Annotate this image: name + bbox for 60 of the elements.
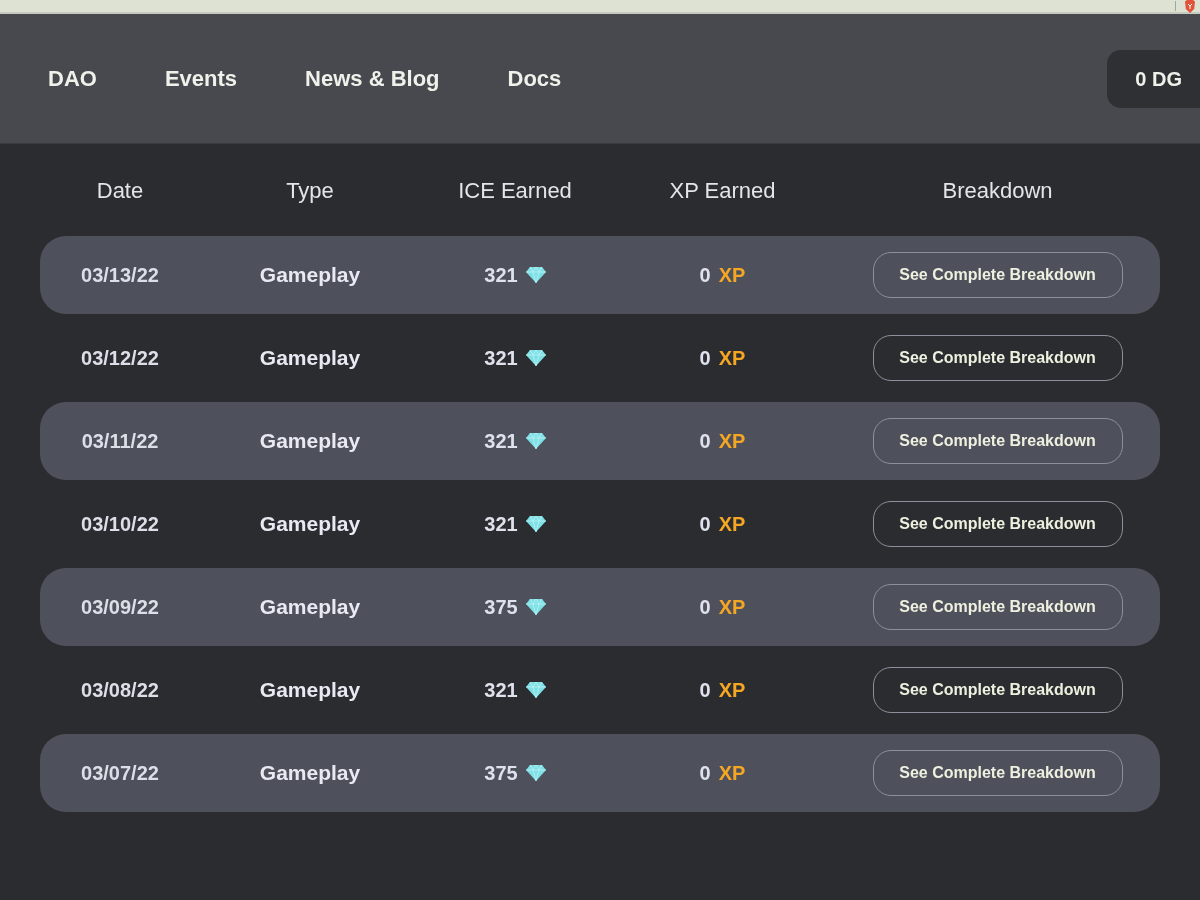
breakdown-button[interactable]: See Complete Breakdown <box>872 667 1123 713</box>
column-header: XP Earned <box>668 176 777 205</box>
diamond-icon <box>525 599 546 615</box>
xp-amount: 0 <box>699 429 711 454</box>
xp-amount: 0 <box>699 512 711 537</box>
type-cell-text: Gameplay <box>258 511 362 538</box>
column-header: Type <box>285 176 335 205</box>
type-cell-text: Gameplay <box>258 760 362 787</box>
xp-amount: 0 <box>699 263 711 288</box>
shield-icon[interactable] <box>1184 0 1196 13</box>
xp-amount: 0 <box>699 761 711 786</box>
type-cell-text: Gameplay <box>258 677 362 704</box>
type-cell-text: Gameplay <box>258 428 362 455</box>
xp-unit: XP <box>718 346 746 371</box>
xp-unit: XP <box>718 678 746 703</box>
date-cell-text: 03/07/22 <box>80 761 160 786</box>
ice-amount: 375 <box>484 761 518 786</box>
ice-amount: 321 <box>484 346 518 371</box>
date-cell-text: 03/10/22 <box>80 512 160 537</box>
breakdown-button[interactable]: See Complete Breakdown <box>872 750 1123 796</box>
xp-amount: 0 <box>699 678 711 703</box>
diamond-icon <box>525 267 546 283</box>
column-header: Breakdown <box>941 176 1054 205</box>
breakdown-button[interactable]: See Complete Breakdown <box>872 335 1123 381</box>
ice-amount: 321 <box>484 263 518 288</box>
xp-unit: XP <box>718 761 746 786</box>
xp-amount: 0 <box>699 346 711 371</box>
diamond-icon <box>525 765 546 781</box>
balance-button[interactable]: 0 DG <box>1107 49 1200 108</box>
breakdown-button[interactable]: See Complete Breakdown <box>872 418 1123 464</box>
ice-amount: 321 <box>484 512 518 537</box>
breakdown-button[interactable]: See Complete Breakdown <box>872 252 1123 298</box>
type-cell-text: Gameplay <box>258 594 362 621</box>
nav-link[interactable]: Events <box>164 62 238 95</box>
date-cell-text: 03/09/22 <box>80 595 160 620</box>
nav-link[interactable]: News & Blog <box>305 62 440 95</box>
diamond-icon <box>525 350 546 366</box>
xp-unit: XP <box>718 595 746 620</box>
nav-link[interactable]: DAO <box>48 62 97 95</box>
date-cell-text: 03/11/22 <box>80 429 160 454</box>
date-cell-text: 03/08/22 <box>80 678 160 703</box>
breakdown-button[interactable]: See Complete Breakdown <box>872 501 1123 547</box>
diamond-icon <box>525 433 546 449</box>
diamond-icon <box>525 516 546 532</box>
xp-amount: 0 <box>699 595 711 620</box>
column-header: ICE Earned <box>457 176 573 205</box>
type-cell-text: Gameplay <box>258 262 362 289</box>
xp-unit: XP <box>718 263 746 288</box>
type-cell-text: Gameplay <box>258 345 362 372</box>
ice-amount: 321 <box>484 678 518 703</box>
date-cell-text: 03/12/22 <box>80 346 160 371</box>
xp-unit: XP <box>718 512 746 537</box>
xp-unit: XP <box>718 429 746 454</box>
ice-amount: 321 <box>484 429 518 454</box>
diamond-icon <box>525 682 546 698</box>
date-cell-text: 03/13/22 <box>80 263 160 288</box>
breakdown-button[interactable]: See Complete Breakdown <box>872 584 1123 630</box>
nav-link[interactable]: Docs <box>507 62 562 95</box>
column-header: Date <box>95 176 145 205</box>
ice-amount: 375 <box>484 595 518 620</box>
